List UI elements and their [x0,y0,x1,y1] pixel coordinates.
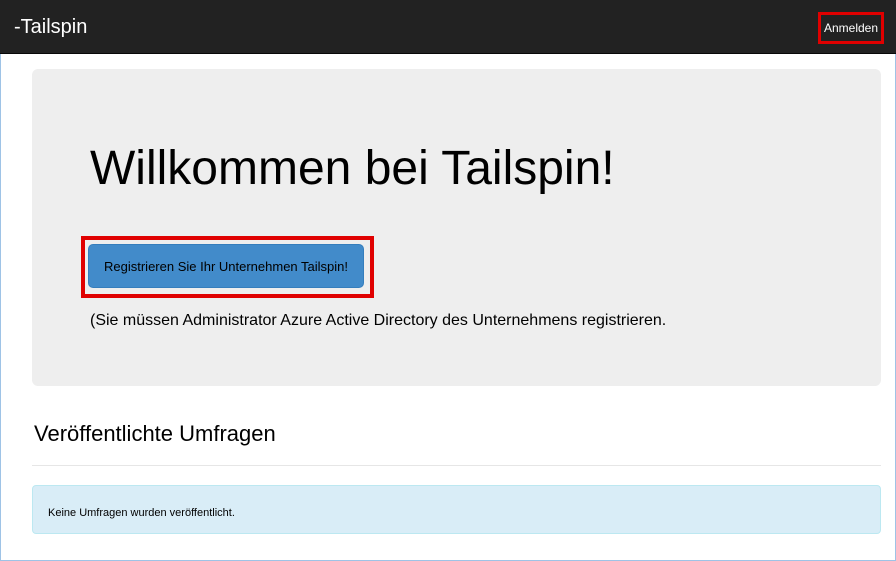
register-company-button[interactable]: Registrieren Sie Ihr Unternehmen Tailspi… [88,244,364,288]
brand-link[interactable]: -Tailspin [14,15,87,39]
signin-link[interactable]: Anmelden [818,12,884,44]
no-surveys-message: Keine Umfragen wurden veröffentlicht. [48,507,235,519]
published-surveys-heading: Veröffentlichte Umfragen [34,421,276,446]
welcome-jumbotron: Willkommen bei Tailspin! Registrieren Si… [32,69,881,386]
register-note: (Sie müssen Administrator Azure Active D… [90,312,667,329]
no-surveys-alert: Keine Umfragen wurden veröffentlicht. [32,485,881,534]
welcome-title: Willkommen bei Tailspin! [90,142,615,195]
top-navbar: -Tailspin Anmelden [0,0,896,54]
section-divider [32,465,881,466]
